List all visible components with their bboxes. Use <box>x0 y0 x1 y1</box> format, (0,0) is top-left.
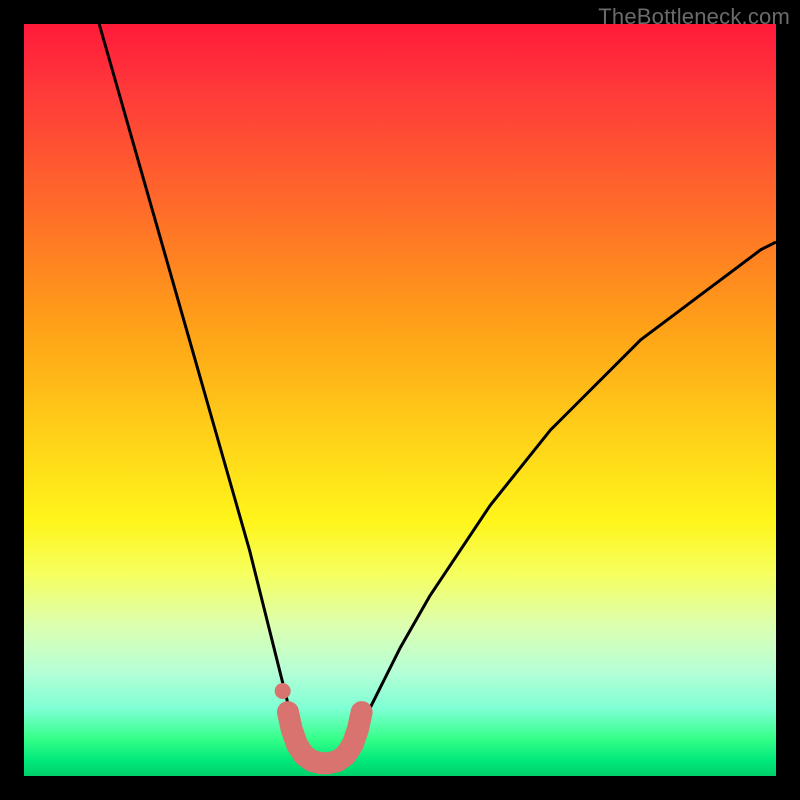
series-valley-band <box>288 712 362 763</box>
chart-svg <box>24 24 776 776</box>
chart-plot-area <box>24 24 776 776</box>
series-right-branch <box>344 242 776 753</box>
series-left-branch <box>99 24 306 753</box>
watermark-text: TheBottleneck.com <box>598 4 790 30</box>
series-dot-marker <box>275 683 291 699</box>
